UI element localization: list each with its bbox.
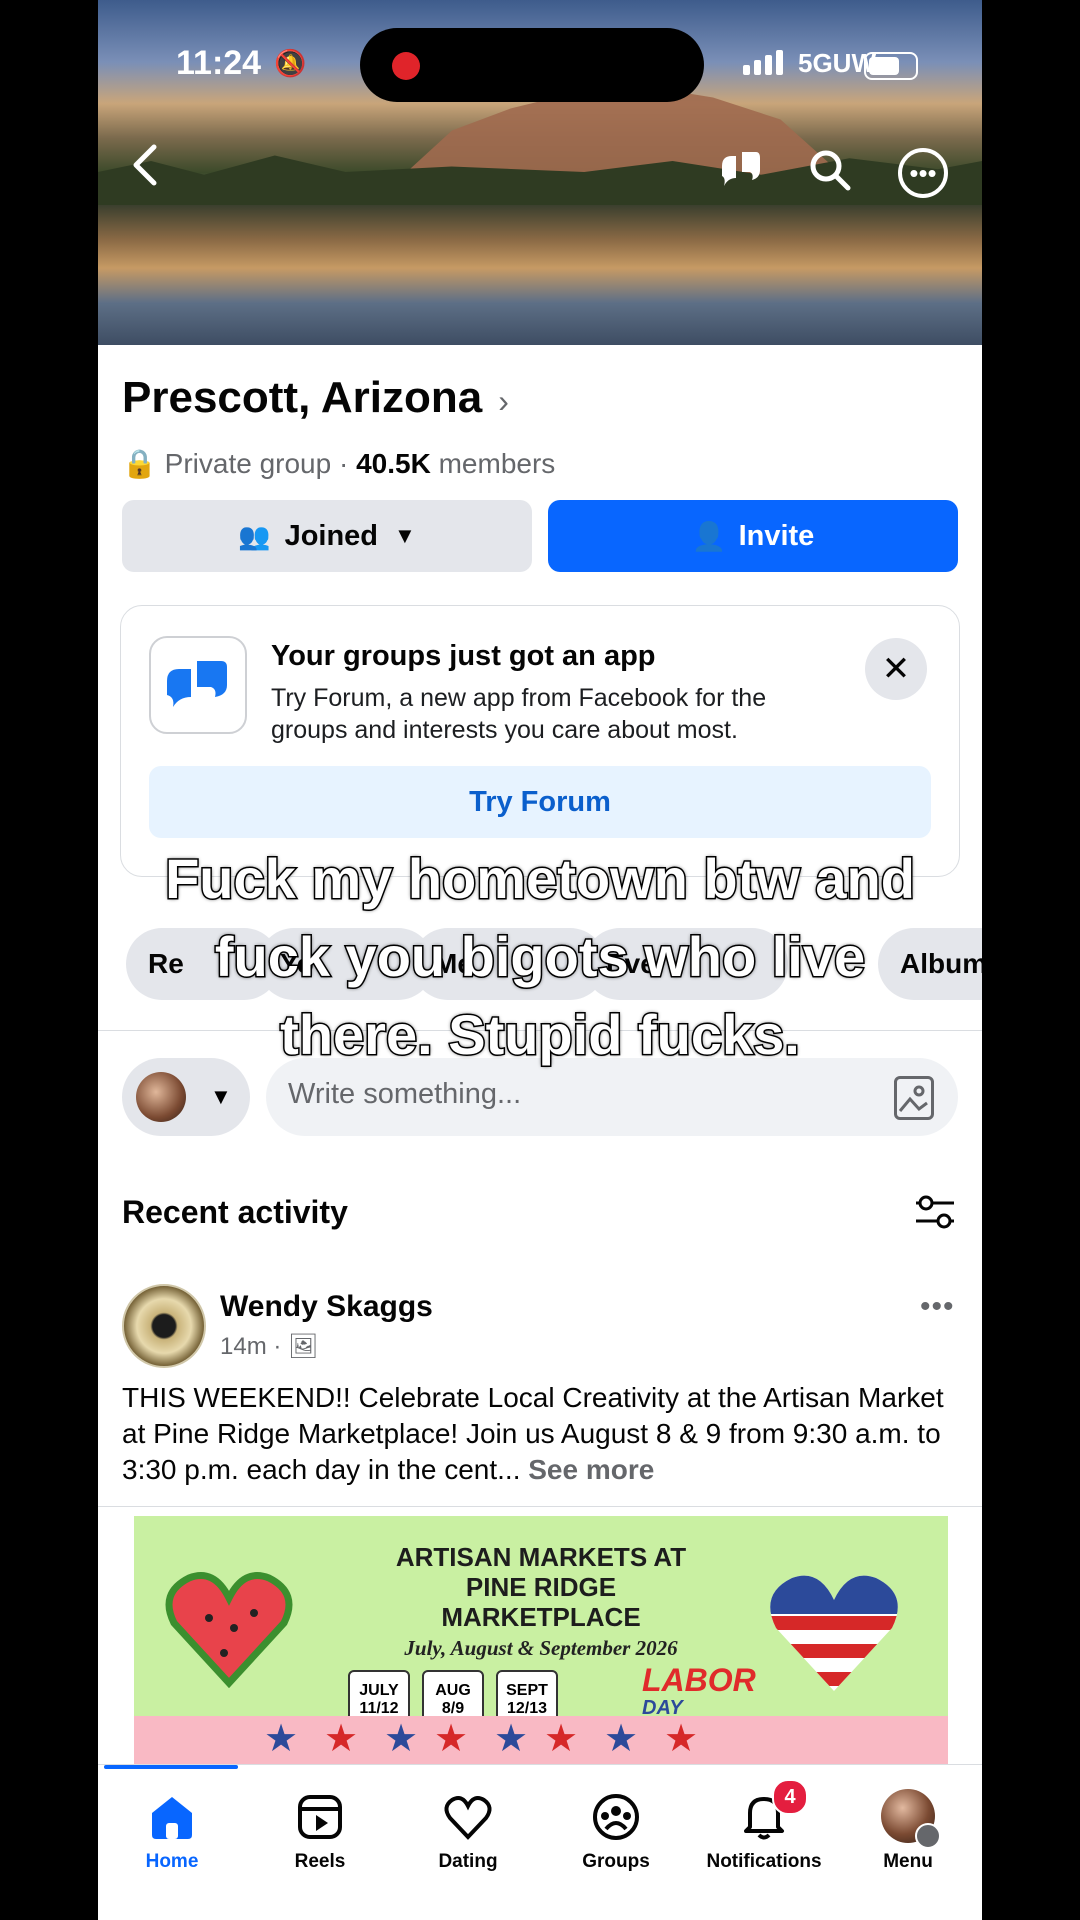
member-count[interactable]: 40.5K xyxy=(356,448,431,479)
status-time: 11:24 xyxy=(176,44,262,82)
members-icon: 👥 xyxy=(238,520,271,551)
home-icon xyxy=(146,1791,198,1843)
tab-notifications[interactable]: 4 Notifications xyxy=(690,1779,838,1873)
heart-icon xyxy=(442,1791,494,1843)
post-author-avatar[interactable] xyxy=(122,1284,206,1368)
tab-menu[interactable]: Menu xyxy=(834,1781,982,1873)
tab-label: Notifications xyxy=(706,1851,822,1872)
photo-icon[interactable] xyxy=(894,1076,934,1120)
group-privacy: Private group xyxy=(164,448,332,479)
labor-day-text: LABOR DAY xyxy=(642,1662,756,1722)
group-name-row[interactable]: Prescott, Arizona › xyxy=(122,373,509,423)
group-name: Prescott, Arizona xyxy=(122,373,483,422)
battery-icon xyxy=(864,52,918,80)
caption-line: Fuck my hometown btw and xyxy=(164,846,917,912)
promo-title: Your groups just got an app xyxy=(271,640,656,672)
tab-label: Menu xyxy=(883,1851,933,1872)
active-tab-indicator xyxy=(104,1765,238,1769)
cover-lake xyxy=(98,205,982,345)
menu-mini-icon xyxy=(915,1823,941,1849)
flag-heart-icon xyxy=(770,1575,898,1691)
group-meta: 🔒 Private group · 40.5K members xyxy=(122,448,556,479)
dynamic-island xyxy=(360,28,704,102)
post-author-name[interactable]: Wendy Skaggs xyxy=(220,1290,433,1324)
avatar xyxy=(136,1072,186,1122)
silent-mode-icon: 🔕 xyxy=(274,48,307,78)
post-more-icon[interactable]: ••• xyxy=(920,1290,955,1324)
notification-badge: 4 xyxy=(772,1779,808,1815)
tab-label: Home xyxy=(145,1851,199,1872)
forum-icon[interactable] xyxy=(718,148,764,195)
invite-button[interactable]: 👤 Invite xyxy=(548,500,958,572)
signal-icon xyxy=(743,50,783,75)
labor-text: LABOR xyxy=(642,1662,756,1698)
try-forum-button[interactable]: Try Forum xyxy=(149,766,931,838)
post-time-value: 14m xyxy=(220,1333,267,1360)
caret-down-icon: ▼ xyxy=(210,1084,232,1109)
caption-line: there. Stupid fucks. xyxy=(279,1002,802,1068)
calendar-month: JULY xyxy=(359,1682,399,1699)
post-image[interactable]: ARTISAN MARKETS AT PINE RIDGE MARKETPLAC… xyxy=(134,1516,948,1766)
calendar-month: SEPT xyxy=(506,1682,548,1699)
reels-icon xyxy=(294,1791,346,1843)
joined-button[interactable]: 👥 Joined ▼ xyxy=(122,500,532,572)
lock-icon: 🔒 xyxy=(122,448,157,479)
tab-home[interactable]: Home xyxy=(98,1781,246,1873)
star-icon: ★ xyxy=(604,1718,639,1760)
star-icon: ★ xyxy=(434,1718,469,1760)
star-icon: ★ xyxy=(264,1718,299,1760)
more-icon[interactable]: ••• xyxy=(898,148,948,198)
post-text: THIS WEEKEND!! Celebrate Local Creativit… xyxy=(122,1380,962,1488)
post-time: 14m · 🖼 xyxy=(220,1333,319,1360)
members-label: members xyxy=(438,448,556,479)
star-icon: ★ xyxy=(664,1718,699,1760)
see-more-link[interactable]: See more xyxy=(528,1454,654,1485)
star-icon: ★ xyxy=(324,1718,359,1760)
status-bar: 11:24 🔕 5GUW xyxy=(98,0,982,110)
avatar xyxy=(881,1789,941,1849)
stars-banner: ★ ★ ★ ★ ★ ★ ★ ★ xyxy=(134,1716,948,1766)
filter-icon[interactable] xyxy=(914,1194,954,1230)
back-arrow-icon[interactable] xyxy=(130,140,160,200)
caret-down-icon: ▼ xyxy=(394,523,416,548)
tab-label: Groups xyxy=(582,1851,650,1872)
add-person-icon: 👤 xyxy=(691,520,727,552)
tab-groups[interactable]: Groups xyxy=(542,1781,690,1873)
divider xyxy=(98,1506,982,1507)
tab-dating[interactable]: Dating xyxy=(394,1781,542,1873)
group-audience-icon: 🖼 xyxy=(288,1333,319,1360)
video-caption-overlay: Fuck my hometown btw and fuck you bigots… xyxy=(0,840,1080,1074)
search-icon[interactable] xyxy=(808,148,852,197)
joined-label: Joined xyxy=(284,519,379,552)
close-icon[interactable]: ✕ xyxy=(865,638,927,700)
tab-reels[interactable]: Reels xyxy=(246,1781,394,1873)
promo-body: Try Forum, a new app from Facebook for t… xyxy=(271,684,767,744)
forum-promo-card: Your groups just got an app Try Forum, a… xyxy=(120,605,960,877)
invite-label: Invite xyxy=(738,519,815,552)
bottom-tab-bar: Home Reels Dating Groups 4 Notifications… xyxy=(98,1764,982,1920)
watermelon-heart-icon xyxy=(165,1572,293,1688)
bell-icon: 4 xyxy=(738,1779,808,1843)
star-icon: ★ xyxy=(384,1718,419,1760)
forum-app-icon xyxy=(149,636,247,734)
caption-line: fuck you bigots who live xyxy=(213,924,866,990)
calendar-month: AUG xyxy=(435,1682,471,1699)
write-something-input[interactable]: Write something... xyxy=(288,1078,521,1111)
star-icon: ★ xyxy=(544,1718,579,1760)
recording-indicator-icon xyxy=(392,52,420,80)
groups-icon xyxy=(590,1791,642,1843)
recent-activity-title: Recent activity xyxy=(122,1194,348,1230)
tab-label: Dating xyxy=(438,1851,498,1872)
star-icon: ★ xyxy=(494,1718,529,1760)
chevron-right-icon: › xyxy=(498,383,509,419)
tab-label: Reels xyxy=(294,1851,346,1872)
